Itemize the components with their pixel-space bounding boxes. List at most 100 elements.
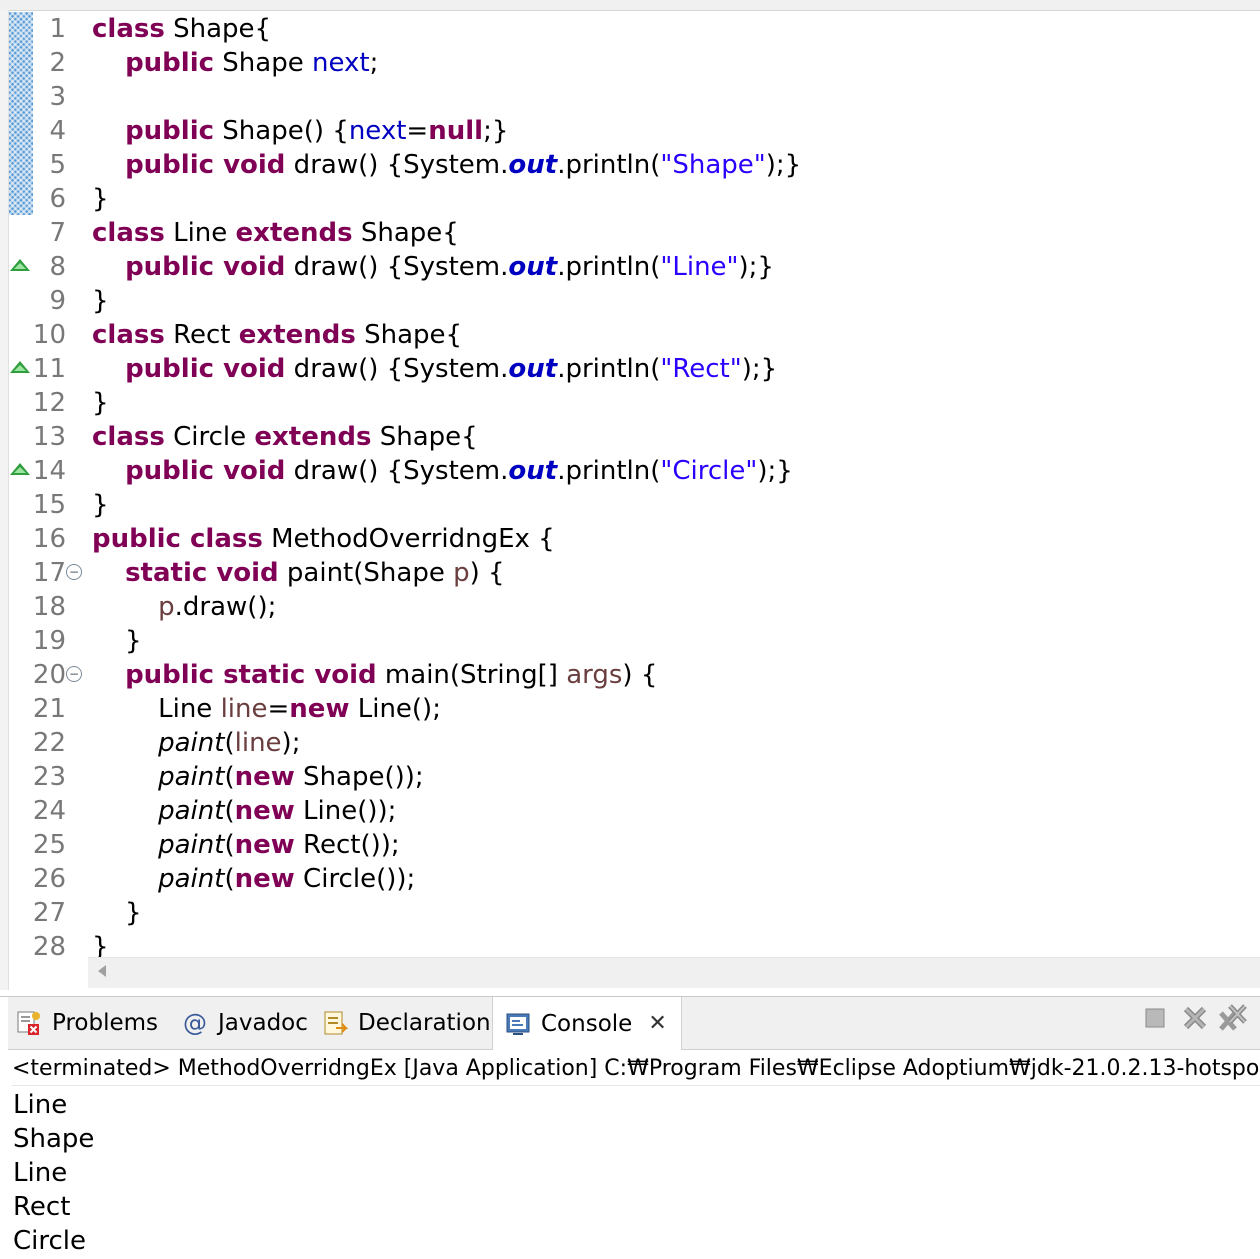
code-token: } (92, 286, 109, 316)
code-line[interactable]: 1 class Shape{ (0, 12, 1260, 46)
code-line[interactable]: 24 paint(new Line()); (0, 794, 1260, 828)
code-line[interactable]: 18 p.draw(); (0, 590, 1260, 624)
code-token: line (220, 694, 268, 724)
code-text: class Circle extends Shape{ (92, 420, 478, 454)
code-token: extends (238, 320, 356, 350)
tab-javadoc[interactable]: @ Javadoc (182, 997, 308, 1049)
code-line[interactable]: 21 Line line=new Line(); (0, 692, 1260, 726)
code-token: ( (224, 830, 235, 860)
code-text: public static void main(String[] args) { (92, 658, 657, 692)
code-token: .println( (557, 252, 661, 282)
code-token: } (92, 898, 142, 928)
code-token: Shape{ (371, 422, 478, 452)
remove-all-launches-button[interactable] (1216, 1004, 1250, 1035)
code-token: ( (224, 796, 235, 826)
code-line[interactable]: 5 public void draw() {System.out.println… (0, 148, 1260, 182)
code-token: new (289, 694, 350, 724)
javadoc-icon: @ (183, 1009, 207, 1037)
code-line[interactable]: 19 } (0, 624, 1260, 658)
override-marker-icon[interactable] (10, 463, 30, 475)
tab-problems[interactable]: Problems (16, 997, 158, 1049)
line-number: 15 (32, 490, 66, 520)
code-line[interactable]: 16 public class MethodOverridngEx { (0, 522, 1260, 556)
code-token: "Circle" (660, 456, 758, 486)
console-output-line: Rect (13, 1192, 71, 1222)
code-token: out (508, 354, 558, 384)
collapse-fold-icon[interactable]: − (66, 564, 82, 580)
override-marker-icon[interactable] (10, 361, 30, 373)
code-line[interactable]: 17− static void paint(Shape p) { (0, 556, 1260, 590)
console-output[interactable]: Line Shape Line Rect Circle (13, 1088, 1253, 1258)
line-number: 9 (49, 286, 66, 316)
code-token: new (234, 762, 295, 792)
line-number: 5 (49, 150, 66, 180)
code-token: "Shape" (660, 150, 766, 180)
line-number: 19 (32, 626, 66, 656)
code-text: p.draw(); (92, 590, 276, 624)
code-token: Circle()); (294, 864, 416, 894)
override-marker-icon[interactable] (10, 259, 30, 271)
code-token: extends (254, 422, 372, 452)
code-line[interactable]: 15} (0, 488, 1260, 522)
code-token: class (92, 422, 165, 452)
line-number: 21 (32, 694, 66, 724)
code-token: public void (125, 354, 286, 384)
code-line[interactable]: 27 } (0, 896, 1260, 930)
line-number: 16 (32, 524, 66, 554)
code-line[interactable]: 20− public static void main(String[] arg… (0, 658, 1260, 692)
code-line[interactable]: 6} (0, 182, 1260, 216)
code-line[interactable]: 3 (0, 80, 1260, 114)
code-token: } (92, 626, 142, 656)
code-token: = (267, 694, 290, 724)
line-number: 2 (49, 48, 66, 78)
code-token: Shape{ (164, 14, 272, 44)
code-line[interactable]: 8 public void draw() {System.out.println… (0, 250, 1260, 284)
code-token: main(String[] (376, 660, 567, 690)
code-line[interactable]: 11 public void draw() {System.out.printl… (0, 352, 1260, 386)
code-token: .println( (557, 354, 661, 384)
code-line[interactable]: 14 public void draw() {System.out.printl… (0, 454, 1260, 488)
collapse-fold-icon[interactable]: − (66, 666, 82, 682)
line-number: 12 (32, 388, 66, 418)
code-line[interactable]: 23 paint(new Shape()); (0, 760, 1260, 794)
code-token: Line()); (294, 796, 397, 826)
code-token: = (406, 116, 429, 146)
code-text: } (92, 284, 109, 318)
code-line[interactable]: 4 public Shape() {next=null;} (0, 114, 1260, 148)
code-line[interactable]: 26 paint(new Circle()); (0, 862, 1260, 896)
code-line[interactable]: 10 class Rect extends Shape{ (0, 318, 1260, 352)
terminate-button[interactable] (1138, 1005, 1172, 1035)
code-text: paint(new Circle()); (92, 862, 415, 896)
tab-console[interactable]: Console ✕ (492, 997, 682, 1050)
code-line[interactable]: 7 class Line extends Shape{ (0, 216, 1260, 250)
code-editor[interactable]: 1 class Shape{2 public Shape next; 3 4 publ… (0, 0, 1260, 990)
line-number: 22 (32, 728, 66, 758)
line-number: 3 (49, 82, 66, 112)
code-token: null (428, 116, 484, 146)
code-line[interactable]: 22 paint(line); (0, 726, 1260, 760)
code-line[interactable]: 12} (0, 386, 1260, 420)
remove-launch-button[interactable] (1178, 1005, 1212, 1035)
horizontal-scrollbar[interactable] (88, 957, 1260, 988)
code-token: ; (369, 48, 379, 78)
code-token: Shape() { (214, 116, 349, 146)
code-line[interactable]: 9} (0, 284, 1260, 318)
tab-declaration[interactable]: Declaration (322, 997, 491, 1049)
code-token: Rect (164, 320, 239, 350)
code-text: public Shape next; (92, 46, 378, 80)
scroll-left-arrow-icon[interactable] (98, 965, 106, 977)
code-token: Shape{ (352, 218, 459, 248)
code-text: public Shape() {next=null;} (92, 114, 508, 148)
tab-label: Javadoc (218, 1010, 308, 1036)
line-number: 6 (49, 184, 66, 214)
close-icon[interactable]: ✕ (648, 1011, 666, 1036)
code-token: } (92, 490, 109, 520)
code-line[interactable]: 13 class Circle extends Shape{ (0, 420, 1260, 454)
tab-label: Problems (52, 1010, 159, 1036)
code-line[interactable]: 25 paint(new Rect()); (0, 828, 1260, 862)
code-token: ( (224, 762, 235, 792)
editor-tab-strip (0, 0, 1260, 11)
code-line[interactable]: 2 public Shape next; (0, 46, 1260, 80)
